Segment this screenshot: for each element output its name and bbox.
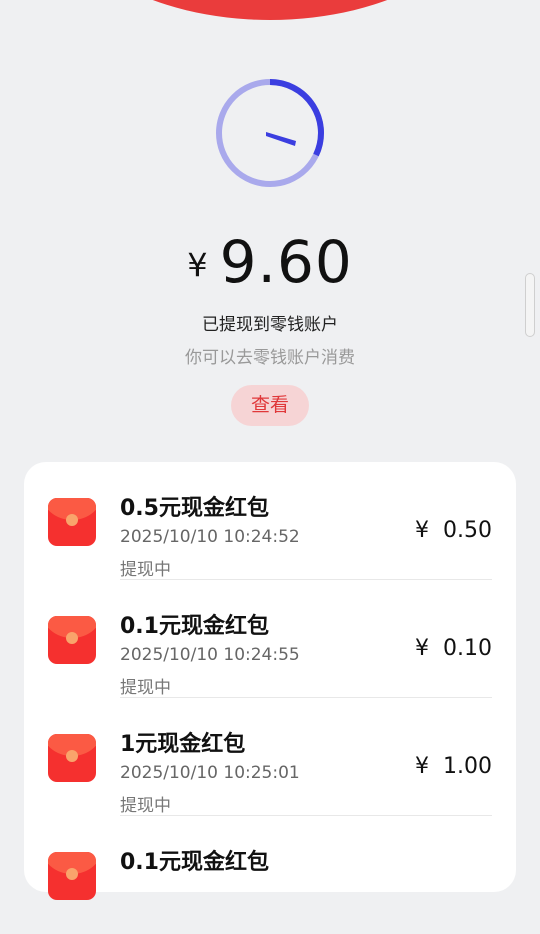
red-packet-icon xyxy=(48,616,96,664)
record-amount: ¥1.00 xyxy=(415,754,492,779)
record-time: 2025/10/10 10:24:52 xyxy=(120,527,300,547)
withdraw-hint: 你可以去零钱账户消费 xyxy=(185,348,355,368)
record-time: 2025/10/10 10:25:01 xyxy=(120,763,300,783)
record-status: 提现中 xyxy=(120,560,171,580)
record-row[interactable]: 0.1元现金红包 xyxy=(24,816,516,934)
header-red-arc xyxy=(50,0,490,20)
record-currency: ¥ xyxy=(415,754,430,779)
view-button[interactable]: 查看 xyxy=(231,385,309,426)
record-time: 2025/10/10 10:24:55 xyxy=(120,645,300,665)
record-amount-value: 0.10 xyxy=(443,636,492,661)
record-title: 0.1元现金红包 xyxy=(120,614,269,639)
records-card: 0.5元现金红包 2025/10/10 10:24:52 提现中 ¥0.50 0… xyxy=(24,462,516,900)
red-packet-icon xyxy=(48,852,96,900)
balance-amount: ¥9.60 xyxy=(0,228,540,296)
record-currency: ¥ xyxy=(415,636,430,661)
record-amount: ¥0.50 xyxy=(415,518,492,543)
withdraw-status: 已提现到零钱账户 xyxy=(202,315,338,335)
balance-value: 9.60 xyxy=(219,228,353,296)
record-title: 0.5元现金红包 xyxy=(120,496,269,521)
record-status: 提现中 xyxy=(120,796,171,816)
red-packet-icon xyxy=(48,734,96,782)
record-currency: ¥ xyxy=(415,518,430,543)
record-amount: ¥0.10 xyxy=(415,636,492,661)
record-row[interactable]: 1元现金红包 2025/10/10 10:25:01 提现中 ¥1.00 xyxy=(24,698,516,816)
balance-currency: ¥ xyxy=(187,246,208,284)
scroll-handle[interactable] xyxy=(525,273,535,337)
clock-icon xyxy=(216,79,324,187)
red-packet-icon xyxy=(48,498,96,546)
record-row[interactable]: 0.5元现金红包 2025/10/10 10:24:52 提现中 ¥0.50 xyxy=(24,462,516,580)
record-title: 1元现金红包 xyxy=(120,732,246,757)
record-status: 提现中 xyxy=(120,678,171,698)
record-amount-value: 0.50 xyxy=(443,518,492,543)
record-amount-value: 1.00 xyxy=(443,754,492,779)
record-row[interactable]: 0.1元现金红包 2025/10/10 10:24:55 提现中 ¥0.10 xyxy=(24,580,516,698)
record-title: 0.1元现金红包 xyxy=(120,850,269,875)
